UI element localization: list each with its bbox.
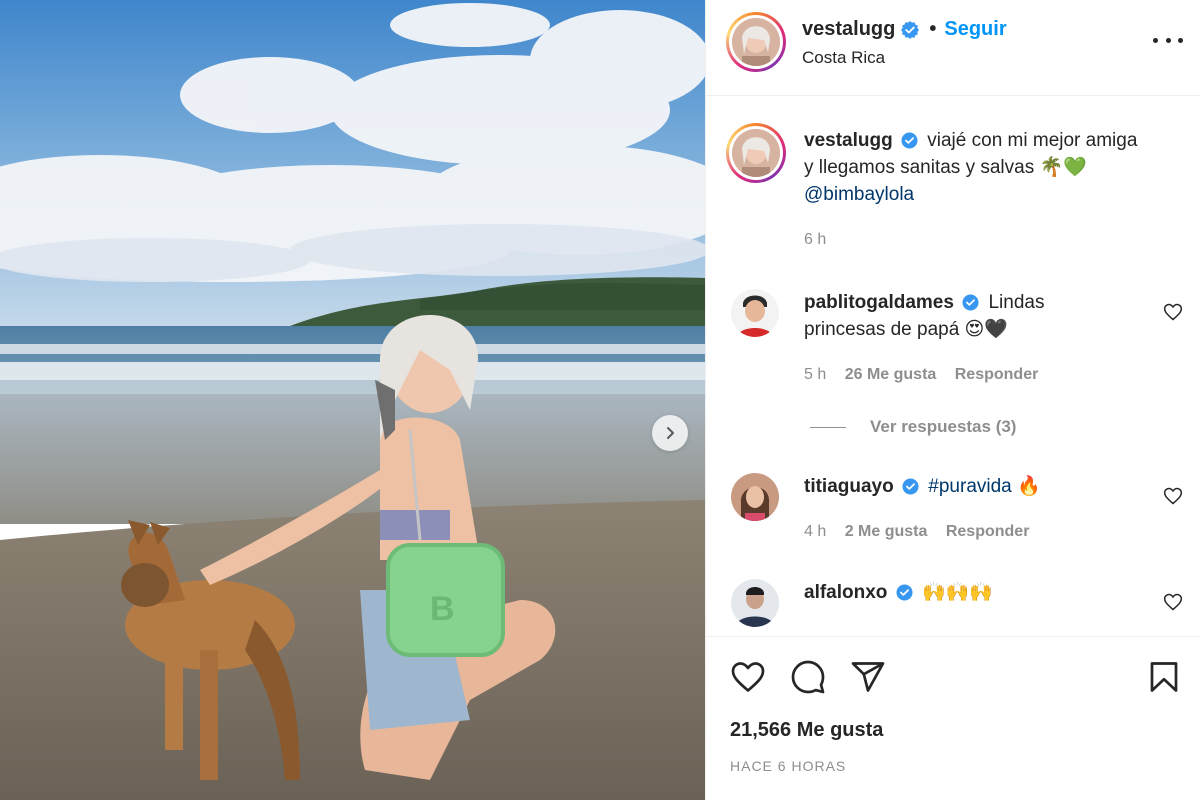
comment-meta: 4 h 2 Me gusta Responder	[804, 523, 1029, 541]
caption-line-2: y llegamos sanitas y salvas 🌴💚	[804, 157, 1087, 178]
post-header: vestalugg • Seguir Costa Rica	[706, 0, 1200, 96]
comment-like-heart-icon[interactable]	[1163, 592, 1183, 612]
comment-likes[interactable]: 2 Me gusta	[845, 523, 928, 540]
comment-text: pablitogaldames Lindas princesas de papá…	[804, 289, 1044, 343]
post-side-panel: vestalugg • Seguir Costa Rica vestalugg	[705, 0, 1200, 800]
caption-text: vestalugg viajé con mi mejor amiga y lle…	[804, 127, 1137, 208]
beach-photo-image: B	[0, 0, 705, 800]
verified-badge-icon	[896, 584, 913, 602]
caption-mention-link[interactable]: @bimbaylola	[804, 184, 914, 205]
likes-count[interactable]: 21,566 Me gusta	[730, 719, 883, 742]
follow-button[interactable]: Seguir	[944, 18, 1006, 41]
comment-hashtag-link[interactable]: #puravida 🔥	[928, 476, 1040, 497]
comment-like-heart-icon[interactable]	[1163, 486, 1183, 506]
post-actions: 21,566 Me gusta HACE 6 HORAS	[706, 636, 1200, 800]
verified-badge-icon	[901, 20, 920, 39]
post-location[interactable]: Costa Rica	[802, 48, 885, 68]
view-replies-button[interactable]: Ver respuestas (3)	[810, 417, 1016, 437]
reply-button[interactable]: Responder	[946, 523, 1030, 540]
post-time-ago[interactable]: HACE 6 HORAS	[730, 758, 846, 774]
comment-body-line-2: princesas de papá 😍🖤	[804, 319, 1009, 340]
commenter-avatar[interactable]	[731, 473, 779, 521]
more-options-icon[interactable]	[1153, 30, 1183, 50]
chevron-right-icon	[667, 427, 674, 439]
post-photo[interactable]: B	[0, 0, 705, 800]
author-avatar[interactable]	[726, 12, 786, 72]
commenter-avatar[interactable]	[731, 289, 779, 337]
bookmark-icon[interactable]	[1146, 659, 1182, 695]
replies-divider-line	[810, 426, 846, 428]
commenter-avatar[interactable]	[731, 579, 779, 627]
comment-text: titiaguayo #puravida 🔥	[804, 473, 1041, 500]
comment-text: alfalonxo 🙌🙌🙌	[804, 579, 993, 606]
heart-icon[interactable]	[730, 659, 766, 695]
svg-text:B: B	[430, 590, 455, 628]
caption-avatar[interactable]	[726, 123, 786, 183]
commenter-username[interactable]: alfalonxo	[804, 582, 887, 603]
comment-time[interactable]: 4 h	[804, 523, 826, 540]
caption-line-1: viajé con mi mejor amiga	[927, 130, 1138, 151]
verified-badge-icon	[902, 478, 919, 496]
verified-badge-icon	[901, 132, 918, 150]
commenter-username[interactable]: titiaguayo	[804, 476, 894, 497]
header-separator: •	[929, 18, 937, 40]
comments-list[interactable]: vestalugg viajé con mi mejor amiga y lle…	[706, 97, 1200, 635]
comment-time[interactable]: 5 h	[804, 366, 826, 383]
comment-icon[interactable]	[790, 659, 826, 695]
verified-badge-icon	[962, 294, 979, 312]
comment-likes[interactable]: 26 Me gusta	[845, 366, 937, 383]
share-icon[interactable]	[850, 659, 886, 695]
view-replies-label: Ver respuestas (3)	[870, 417, 1017, 436]
commenter-username[interactable]: pablitogaldames	[804, 292, 954, 313]
author-username[interactable]: vestalugg	[802, 18, 895, 41]
caption-username[interactable]: vestalugg	[804, 130, 893, 151]
reply-button[interactable]: Responder	[955, 366, 1039, 383]
comment-like-heart-icon[interactable]	[1163, 302, 1183, 322]
comment-body: 🙌🙌🙌	[921, 582, 993, 603]
next-photo-button[interactable]	[652, 415, 688, 451]
comment-meta: 5 h 26 Me gusta Responder	[804, 366, 1038, 384]
comment-body-line-1: Lindas	[988, 292, 1045, 313]
caption-time[interactable]: 6 h	[804, 231, 826, 249]
